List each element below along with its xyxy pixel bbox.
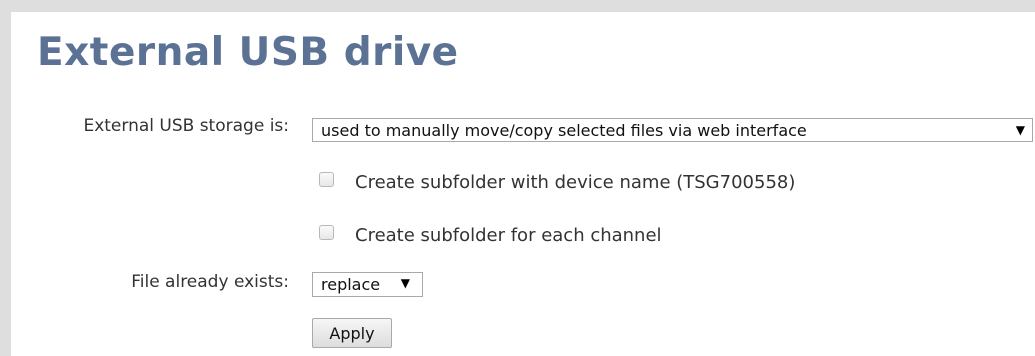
dropdown-arrow-icon: ▼ — [400, 276, 410, 290]
page-title: External USB drive — [37, 30, 459, 75]
dropdown-arrow-icon: ▼ — [1015, 123, 1025, 137]
usb-settings-panel: External USB drive External USB storage … — [0, 0, 1035, 356]
file-exists-label: File already exists: — [131, 272, 289, 292]
channel-subfolder-checkbox[interactable] — [319, 225, 334, 240]
storage-mode-selected-value: used to manually move/copy selected file… — [321, 121, 807, 140]
file-exists-select[interactable]: replace ▼ — [312, 272, 423, 297]
apply-button[interactable]: Apply — [312, 318, 392, 348]
device-name-subfolder-label[interactable]: Create subfolder with device name (TSG70… — [355, 171, 795, 195]
channel-subfolder-label[interactable]: Create subfolder for each channel — [355, 224, 662, 248]
device-name-subfolder-checkbox[interactable] — [319, 172, 334, 187]
storage-mode-select[interactable]: used to manually move/copy selected file… — [312, 118, 1033, 142]
storage-mode-label: External USB storage is: — [83, 116, 289, 136]
file-exists-selected-value: replace — [321, 275, 381, 294]
